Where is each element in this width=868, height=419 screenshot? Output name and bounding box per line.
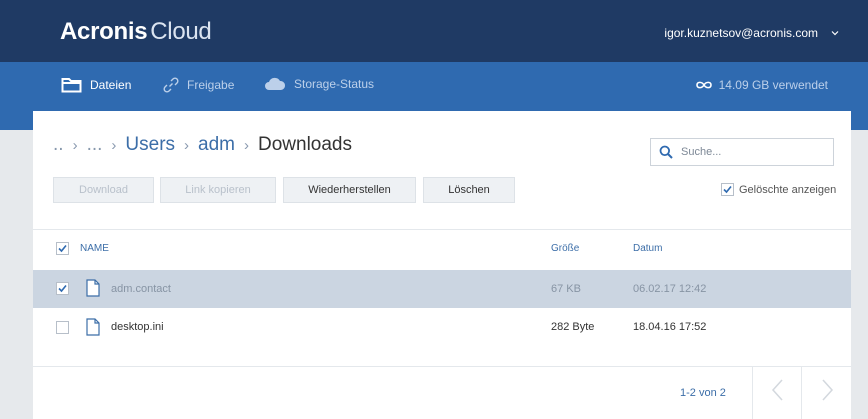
user-menu[interactable]: igor.kuznetsov@acronis.com bbox=[664, 26, 840, 40]
delete-button[interactable]: Löschen bbox=[423, 177, 515, 203]
file-size: 67 KB bbox=[551, 283, 581, 295]
breadcrumb-users[interactable]: Users bbox=[125, 134, 175, 156]
file-date: 18.04.16 17:52 bbox=[633, 321, 707, 333]
checkmark-icon bbox=[58, 284, 67, 293]
top-header: Acronis Cloud igor.kuznetsov@acronis.com bbox=[0, 0, 868, 62]
tab-storage-label: Storage-Status bbox=[294, 77, 375, 91]
folder-icon bbox=[61, 78, 82, 93]
pagination-label: 1-2 von 2 bbox=[680, 387, 726, 399]
checkmark-icon bbox=[723, 185, 732, 194]
column-header-size[interactable]: Größe bbox=[551, 243, 579, 254]
search-icon bbox=[659, 145, 673, 159]
file-size: 282 Byte bbox=[551, 321, 595, 333]
tab-storage[interactable]: Storage-Status bbox=[264, 77, 374, 91]
chevron-left-icon[interactable] bbox=[771, 378, 785, 402]
breadcrumb-separator: › bbox=[184, 136, 190, 154]
breadcrumb-separator: › bbox=[244, 136, 249, 154]
table-row[interactable]: desktop.ini 282 Byte 18.04.16 17:52 bbox=[33, 309, 851, 347]
checkmark-icon bbox=[58, 244, 67, 253]
column-header-date[interactable]: Datum bbox=[633, 243, 662, 254]
file-name[interactable]: adm.contact bbox=[111, 283, 171, 295]
show-deleted-toggle[interactable]: Gelöschte anzeigen bbox=[721, 183, 836, 196]
show-deleted-label: Gelöschte anzeigen bbox=[739, 183, 837, 196]
row-checkbox[interactable] bbox=[56, 321, 69, 334]
logo-brand: Acronis bbox=[60, 18, 148, 45]
file-icon bbox=[86, 279, 100, 297]
divider bbox=[33, 366, 851, 367]
user-email: igor.kuznetsov@acronis.com bbox=[664, 26, 818, 40]
table-row[interactable]: adm.contact 67 KB 06.02.17 12:42 bbox=[33, 270, 851, 308]
file-name[interactable]: desktop.ini bbox=[111, 321, 164, 333]
link-icon bbox=[163, 77, 179, 93]
storage-usage: 14.09 GB verwendet bbox=[695, 78, 828, 92]
search-box[interactable] bbox=[650, 138, 834, 166]
tab-files-label: Dateien bbox=[90, 78, 132, 92]
column-header-name[interactable]: NAME bbox=[80, 243, 109, 254]
infinity-icon bbox=[695, 81, 712, 89]
breadcrumb-ellipsis[interactable]: ... bbox=[87, 134, 103, 156]
divider bbox=[752, 367, 753, 419]
breadcrumb-current: Downloads bbox=[258, 134, 352, 155]
breadcrumb: .. › ... › Users › adm › Downloads bbox=[53, 134, 361, 156]
chevron-right-icon[interactable] bbox=[820, 378, 834, 402]
show-deleted-checkbox[interactable] bbox=[721, 183, 734, 196]
file-icon bbox=[86, 318, 100, 336]
copy-link-button[interactable]: Link kopieren bbox=[160, 177, 276, 203]
tab-files[interactable]: Dateien bbox=[61, 77, 131, 93]
storage-usage-text: 14.09 GB verwendet bbox=[718, 78, 828, 92]
logo-product: Cloud bbox=[150, 18, 212, 45]
restore-button[interactable]: Wiederherstellen bbox=[283, 177, 416, 203]
row-checkbox[interactable] bbox=[56, 282, 69, 295]
breadcrumb-root[interactable]: .. bbox=[53, 134, 64, 156]
app-logo[interactable]: Acronis Cloud bbox=[60, 18, 212, 46]
breadcrumb-separator: › bbox=[111, 136, 117, 154]
select-all-checkbox[interactable] bbox=[56, 242, 69, 255]
search-input[interactable] bbox=[681, 146, 821, 158]
tab-share[interactable]: Freigabe bbox=[163, 77, 234, 93]
tab-share-label: Freigabe bbox=[187, 78, 235, 92]
breadcrumb-adm[interactable]: adm bbox=[198, 134, 235, 156]
chevron-down-icon bbox=[831, 31, 839, 36]
download-button[interactable]: Download bbox=[53, 177, 154, 203]
divider bbox=[33, 229, 851, 230]
file-date: 06.02.17 12:42 bbox=[633, 283, 707, 295]
cloud-icon bbox=[265, 77, 286, 90]
divider bbox=[801, 367, 802, 419]
breadcrumb-separator: › bbox=[72, 136, 78, 154]
